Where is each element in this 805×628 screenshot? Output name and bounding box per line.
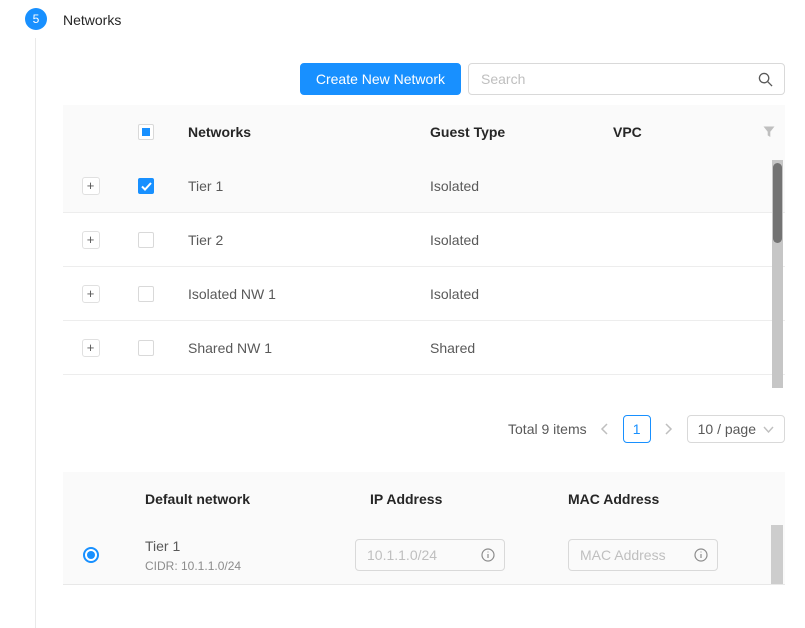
- default-network-table-header: Default network IP Address MAC Address: [63, 472, 785, 525]
- pagination: Total 9 items 1 10 / page: [63, 413, 785, 445]
- step-content: Create New Network Networks Guest Type V…: [63, 63, 785, 585]
- network-name: Shared NW 1: [173, 340, 430, 356]
- default-network-cidr: CIDR: 10.1.1.0/24: [145, 559, 355, 573]
- table-row[interactable]: + Tier 2 Isolated: [63, 213, 785, 267]
- scrollbar-thumb[interactable]: [773, 163, 782, 243]
- pagination-total: Total 9 items: [508, 421, 587, 437]
- search-icon[interactable]: [758, 72, 773, 87]
- network-name: Isolated NW 1: [173, 286, 430, 302]
- create-network-button[interactable]: Create New Network: [300, 63, 461, 95]
- page-size-value: 10 / page: [698, 421, 756, 437]
- column-header-vpc: VPC: [613, 124, 753, 140]
- guest-type: Isolated: [430, 178, 613, 194]
- column-header-ip-address: IP Address: [355, 491, 565, 507]
- chevron-down-icon: [763, 426, 774, 433]
- guest-type: Isolated: [430, 286, 613, 302]
- ip-address-field-wrap: [355, 539, 505, 571]
- row-checkbox[interactable]: [138, 178, 154, 194]
- prev-page-button[interactable]: [597, 415, 613, 443]
- search-input[interactable]: [469, 64, 784, 94]
- networks-table: Networks Guest Type VPC + Tier 1 Isolat: [63, 105, 785, 388]
- network-name: Tier 1: [173, 178, 430, 194]
- search-box: [468, 63, 785, 95]
- guest-type: Shared: [430, 340, 613, 356]
- filter-icon[interactable]: [763, 126, 775, 138]
- info-icon: [481, 548, 495, 562]
- info-icon: [694, 548, 708, 562]
- row-checkbox[interactable]: [138, 286, 154, 302]
- mac-address-field-wrap: [568, 539, 718, 571]
- expand-row-button[interactable]: +: [82, 231, 100, 249]
- expand-row-button[interactable]: +: [82, 177, 100, 195]
- column-header-guest-type: Guest Type: [430, 124, 613, 140]
- networks-table-header: Networks Guest Type VPC: [63, 105, 785, 159]
- page-number-button[interactable]: 1: [623, 415, 651, 443]
- table-scrollbar[interactable]: [771, 525, 783, 584]
- column-header-mac-address: MAC Address: [565, 491, 785, 507]
- default-network-row[interactable]: Tier 1 CIDR: 10.1.1.0/24: [63, 525, 785, 585]
- default-network-table: Default network IP Address MAC Address T…: [63, 472, 785, 585]
- column-header-networks: Networks: [173, 124, 430, 140]
- row-checkbox[interactable]: [138, 232, 154, 248]
- table-row[interactable]: + Tier 1 Isolated: [63, 159, 785, 213]
- row-checkbox[interactable]: [138, 340, 154, 356]
- expand-row-button[interactable]: +: [82, 339, 100, 357]
- expand-row-button[interactable]: +: [82, 285, 100, 303]
- networks-step-screen: 5 Networks Create New Network Networks G…: [0, 0, 805, 628]
- page-size-select[interactable]: 10 / page: [687, 415, 785, 443]
- step-title: Networks: [63, 12, 121, 28]
- network-name: Tier 2: [173, 232, 430, 248]
- step-number: 5: [33, 12, 40, 26]
- step-number-badge: 5: [25, 8, 47, 30]
- column-header-default-network: Default network: [118, 491, 355, 507]
- step-connector-line: [35, 38, 36, 628]
- next-page-button[interactable]: [661, 415, 677, 443]
- default-network-radio[interactable]: [83, 547, 99, 563]
- select-all-checkbox[interactable]: [138, 124, 154, 140]
- default-network-name: Tier 1: [145, 537, 355, 555]
- toolbar: Create New Network: [63, 63, 785, 95]
- table-row[interactable]: + Isolated NW 1 Isolated: [63, 267, 785, 321]
- table-row[interactable]: + Shared NW 1 Shared: [63, 321, 785, 375]
- guest-type: Isolated: [430, 232, 613, 248]
- table-scrollbar[interactable]: [772, 160, 783, 388]
